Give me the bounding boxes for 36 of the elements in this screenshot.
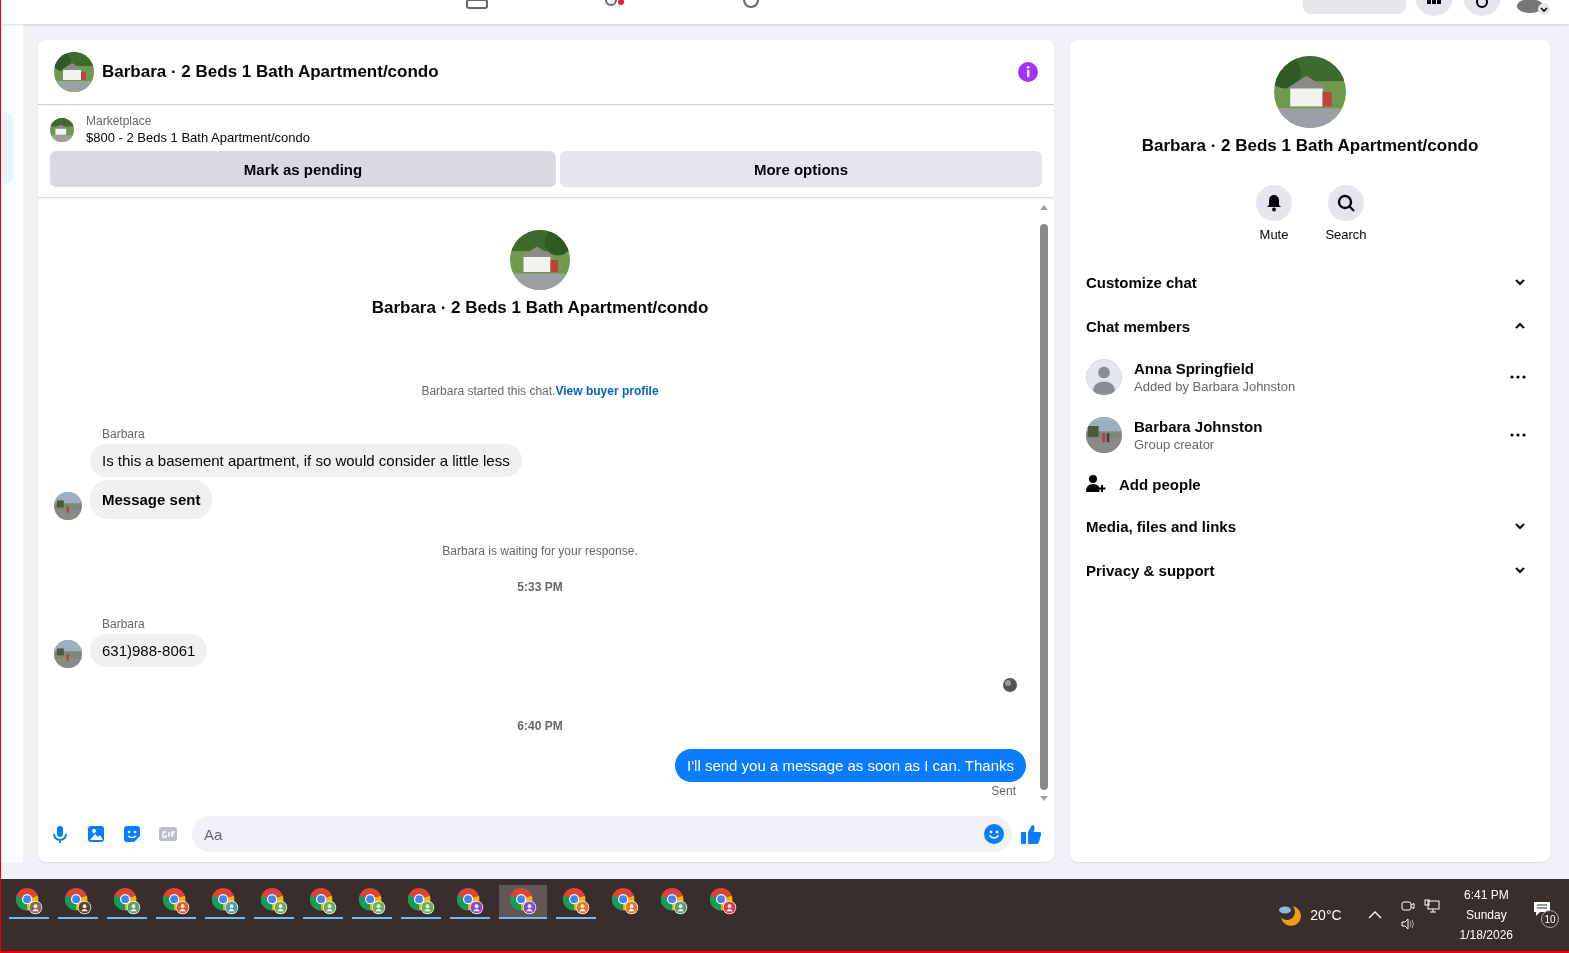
notification-count[interactable]: 10	[1541, 910, 1559, 928]
member-name: Anna Springfield	[1134, 360, 1255, 377]
section-header[interactable]: Privacy & support	[1078, 548, 1542, 592]
clock-day[interactable]: Sunday	[1465, 908, 1507, 922]
weather-temperature[interactable]: 20°C	[1310, 907, 1342, 923]
clock-date[interactable]: 1/18/2026	[1459, 928, 1513, 942]
delivery-status: Sent	[991, 784, 1016, 798]
add-people-button[interactable]: Add people	[1078, 464, 1542, 504]
member-note: Group creator	[1134, 437, 1216, 452]
message-bubble: Message sent	[90, 480, 213, 519]
details-title: Barbara · 2 Beds 1 Bath Apartment/condo	[1141, 136, 1479, 156]
sender-name: Barbara	[102, 427, 145, 441]
sender-name: Barbara	[102, 617, 145, 631]
chat-title: Barbara · 2 Beds 1 Bath Apartment/condo	[102, 62, 440, 82]
section-header[interactable]: Chat members	[1078, 304, 1542, 348]
intro-title: Barbara · 2 Beds 1 Bath Apartment/condo	[371, 298, 709, 318]
clock-time[interactable]: 6:41 PM	[1463, 888, 1509, 902]
action-button[interactable]: Mark as pending	[50, 151, 556, 187]
message-bubble: 631)988-8061	[90, 634, 208, 667]
listing-source: Marketplace	[86, 114, 153, 128]
section-header[interactable]: Media, files and links	[1078, 504, 1542, 548]
section-header[interactable]: Customize chat	[1078, 260, 1542, 304]
message-bubble: Is this a basement apartment, if so would consider a little less	[90, 444, 522, 477]
message-input[interactable]: Aa	[192, 816, 1012, 852]
timestamp: 6:40 PM	[517, 719, 563, 733]
buyer-profile-link[interactable]: View buyer profile	[555, 384, 659, 398]
quick-action-button[interactable]: Search	[1322, 185, 1370, 242]
message-bubble: I'll send you a message as soon as I can. Thanks	[675, 749, 1026, 782]
member-note: Added by Barbara Johnston	[1134, 379, 1297, 394]
listing-summary: $800 - 2 Beds 1 Bath Apartment/condo	[86, 130, 311, 145]
action-button[interactable]: More options	[560, 151, 1042, 187]
system-message: Barbara started this chat.View buyer profile	[421, 384, 659, 398]
timestamp: 5:33 PM	[517, 580, 563, 594]
member-name: Barbara Johnston	[1134, 418, 1264, 435]
quick-action-button[interactable]: Mute	[1250, 185, 1298, 242]
system-message: Barbara is waiting for your response.	[442, 544, 638, 558]
